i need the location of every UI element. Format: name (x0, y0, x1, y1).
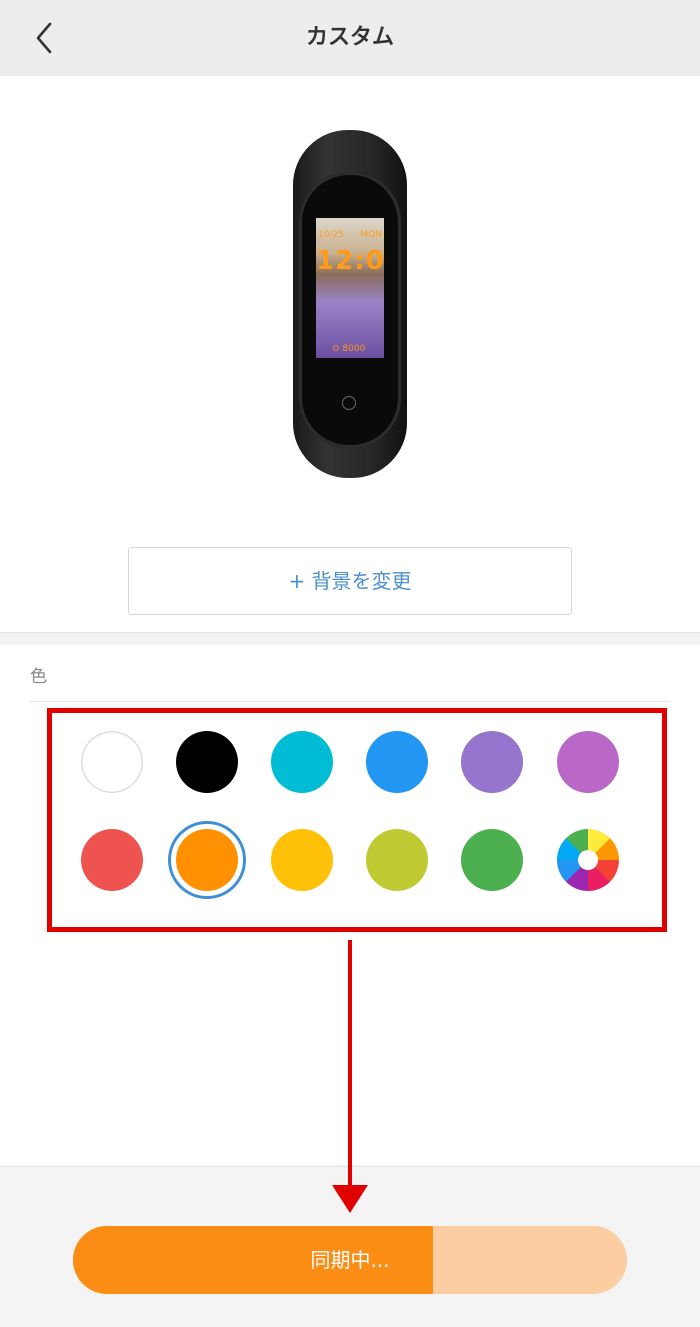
change-background-button[interactable]: + 背景を変更 (128, 547, 572, 615)
screen-day: MON (360, 230, 382, 240)
back-button[interactable] (30, 18, 64, 58)
band-screen: 10/25 MON 12:00 ⊙ 8000 (316, 218, 384, 358)
header-bar: カスタム (0, 0, 700, 76)
sync-button[interactable]: 同期中... (73, 1226, 627, 1294)
screen-steps: 8000 (342, 344, 366, 354)
chevron-left-icon (36, 22, 52, 54)
sync-button-label: 同期中... (310, 1248, 390, 1272)
section-underline (30, 701, 670, 702)
screen-date: 10/25 (318, 230, 344, 240)
color-section-label: 色 (30, 667, 47, 687)
footsteps-icon: ⊙ (332, 344, 343, 354)
screen-time: 12:00 (316, 246, 384, 276)
annotation-highlight-box (47, 708, 667, 932)
section-divider (0, 632, 700, 646)
page-title: カスタム (305, 25, 394, 50)
band-home-button (342, 396, 356, 410)
annotation-arrow (348, 940, 352, 1190)
annotation-arrow-head (332, 1185, 368, 1213)
